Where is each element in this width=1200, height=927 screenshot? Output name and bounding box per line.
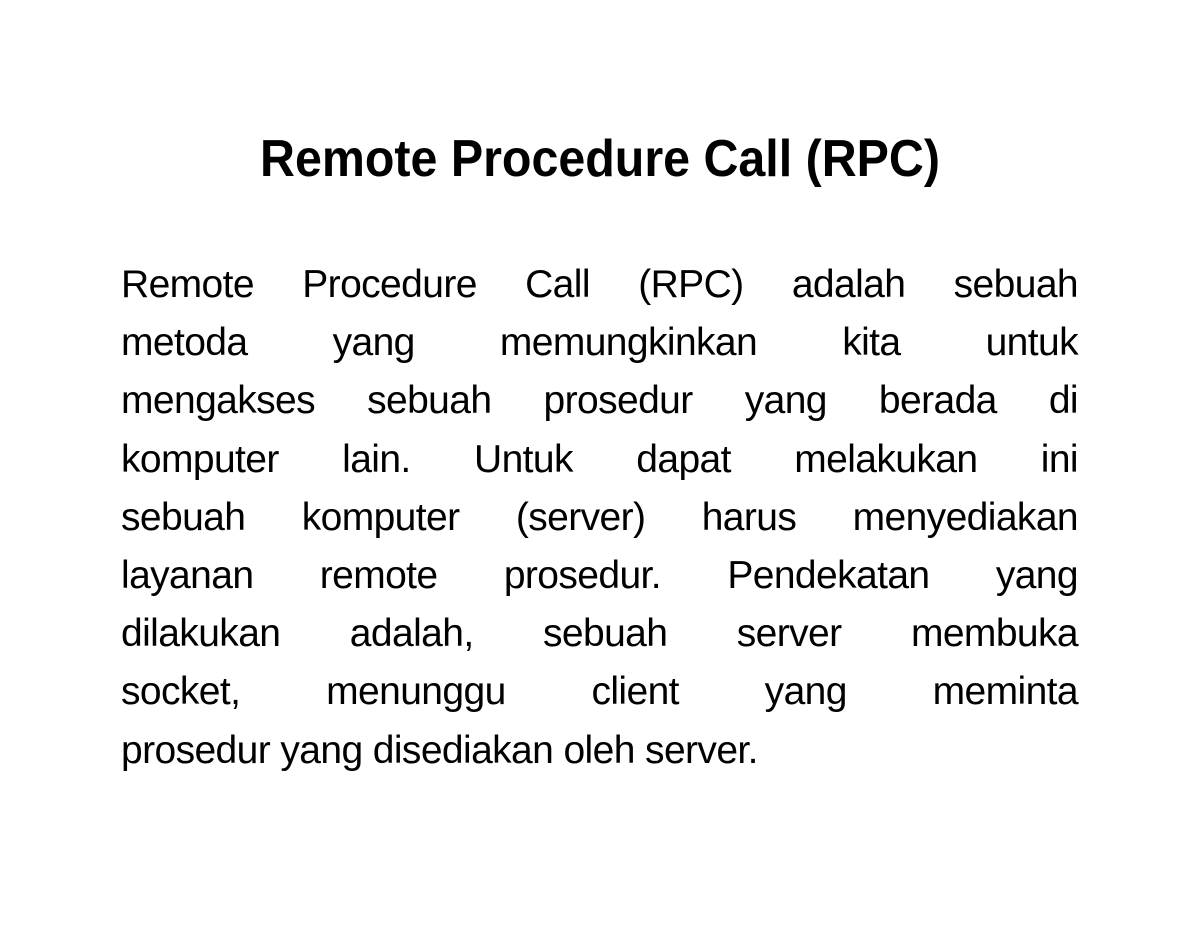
slide: Remote Procedure Call (RPC) Remote Proce… (0, 0, 1200, 927)
body-line-text: metoda yang memungkinkan kita untuk (121, 321, 1079, 365)
slide-title: Remote Procedure Call (RPC) (260, 130, 940, 188)
body-line-text: sebuah komputer (server) harus menyediak… (121, 495, 1079, 539)
body-line-text: mengakses sebuah prosedur yang berada di (121, 379, 1079, 423)
body-line-text: socket, menunggu client yang meminta (121, 670, 1079, 714)
body-line: Remote Procedure Call (RPC) adalah sebua… (121, 256, 1079, 314)
body-line: metoda yang memungkinkan kita untuk (121, 314, 1079, 372)
body-line-text: prosedur yang disediakan oleh server. (121, 728, 758, 772)
body-line: layanan remote prosedur. Pendekatan yang (121, 547, 1079, 605)
body-line: komputer lain. Untuk dapat melakukan ini (121, 431, 1079, 489)
body-line-text: dilakukan adalah, sebuah server membuka (121, 612, 1079, 656)
body-line-text: layanan remote prosedur. Pendekatan yang (121, 553, 1079, 597)
body-line: mengakses sebuah prosedur yang berada di (121, 372, 1079, 430)
body-line-text: Remote Procedure Call (RPC) adalah sebua… (121, 263, 1079, 306)
slide-body: Remote Procedure Call (RPC) adalah sebua… (121, 256, 1079, 780)
body-line-last: prosedur yang disediakan oleh server. (121, 722, 1078, 780)
body-line: socket, menunggu client yang meminta (121, 663, 1079, 721)
body-line: dilakukan adalah, sebuah server membuka (121, 605, 1079, 663)
body-line-text: komputer lain. Untuk dapat melakukan ini (121, 437, 1079, 481)
body-line: sebuah komputer (server) harus menyediak… (121, 489, 1079, 547)
